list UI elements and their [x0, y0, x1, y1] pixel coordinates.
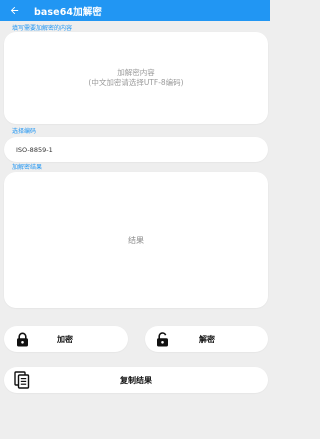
copy-document-icon	[14, 371, 30, 389]
lock-closed-icon	[15, 331, 29, 347]
encoding-label: 选择编码	[12, 128, 37, 135]
encrypt-button[interactable]: 加密	[4, 326, 128, 352]
app-bar: base64加解密	[0, 0, 270, 21]
copy-result-button-label: 复制结果	[120, 375, 152, 385]
lock-open-icon	[155, 331, 169, 347]
decrypt-button[interactable]: 解密	[145, 326, 268, 352]
copy-result-button[interactable]: 复制结果	[4, 367, 268, 393]
result-output-field[interactable]: 结果	[4, 172, 268, 308]
decrypt-button-label: 解密	[199, 334, 215, 344]
input-label: 填写需要加解密的内容	[12, 25, 73, 32]
page-title: base64加解密	[34, 6, 102, 18]
content-input-placeholder: 加解密内容	[117, 68, 155, 77]
result-placeholder: 结果	[128, 235, 144, 245]
arrow-left-icon	[10, 6, 18, 15]
content-input-field[interactable]: 加解密内容 (中文加密请选择UTF-8编码)	[4, 32, 268, 124]
encoding-select[interactable]: ISO-8859-1	[4, 137, 268, 162]
encoding-selected-value: ISO-8859-1	[16, 145, 53, 154]
back-button[interactable]	[3, 0, 25, 21]
content-input-hint: (中文加密请选择UTF-8编码)	[88, 78, 184, 87]
result-label: 加解密结果	[12, 164, 43, 171]
encrypt-button-label: 加密	[57, 334, 73, 344]
